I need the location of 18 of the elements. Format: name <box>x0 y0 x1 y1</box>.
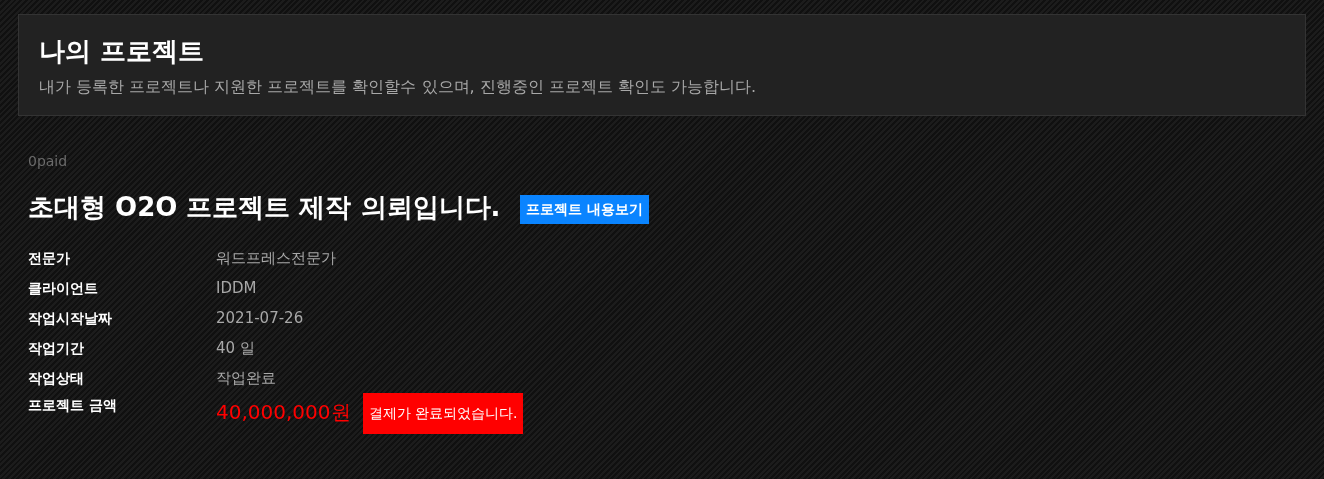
detail-value: 워드프레스전문가 <box>216 247 336 269</box>
detail-value: 작업완료 <box>216 367 276 389</box>
detail-label: 작업상태 <box>28 368 85 388</box>
payment-complete-badge: 결제가 완료되었습니다. <box>362 393 524 434</box>
detail-label: 작업시작날짜 <box>28 308 113 328</box>
status-code: 0paid <box>28 152 69 170</box>
detail-label: 프로젝트 금액 <box>28 396 118 415</box>
amount-value: 40,000,000원 <box>216 399 351 426</box>
detail-label: 작업기간 <box>28 338 85 358</box>
project-title: 초대형 O2O 프로젝트 제작 의뢰입니다. <box>28 191 501 224</box>
detail-value: IDDM <box>216 277 257 299</box>
detail-value: 2021-07-26 <box>216 307 304 329</box>
page-title: 나의 프로젝트 <box>39 35 206 68</box>
page-description: 내가 등록한 프로젝트나 지원한 프로젝트를 확인할수 있으며, 진행중인 프로젝트 확인도 가능합니다. <box>39 76 758 98</box>
detail-label: 전문가 <box>28 248 71 268</box>
detail-label: 클라이언트 <box>28 278 99 298</box>
view-project-button[interactable]: 프로젝트 내용보기 <box>520 195 650 224</box>
detail-value: 40 일 <box>216 337 255 359</box>
